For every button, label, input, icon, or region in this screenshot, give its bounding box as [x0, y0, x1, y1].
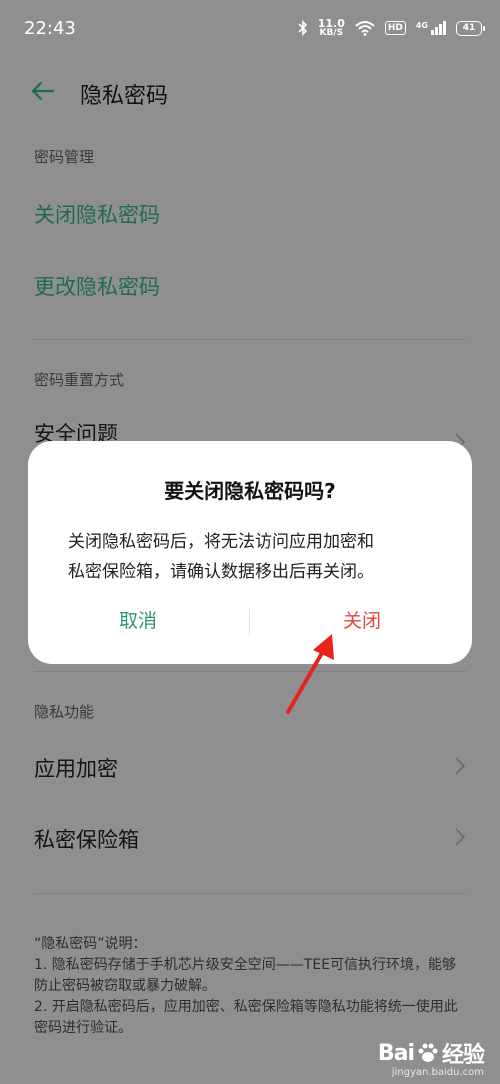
divider	[34, 893, 466, 894]
baidu-watermark: Bai 经验 jingyan.baidu.com	[377, 1037, 485, 1079]
network-speed: 11.0 KB/S	[317, 17, 345, 38]
baidu-paw-icon	[418, 1043, 438, 1062]
hd-badge: HD	[384, 21, 406, 35]
button-separator	[249, 609, 250, 635]
wifi-icon	[355, 21, 375, 36]
battery-icon: 41	[456, 20, 485, 36]
private-safe-item[interactable]: 私密保险箱	[34, 824, 139, 854]
app-header: 隐私密码	[0, 64, 500, 124]
battery-level: 41	[462, 23, 476, 33]
section-label-password-management: 密码管理	[34, 148, 95, 166]
status-icons: 11.0 KB/S HD 4G 41	[298, 17, 485, 38]
watermark-url: jingyan.baidu.com	[391, 1067, 484, 1078]
back-arrow-icon[interactable]	[30, 78, 56, 104]
close-password-item[interactable]: 关闭隐私密码	[34, 199, 160, 229]
baidu-logo: Bai 经验	[377, 1040, 485, 1069]
privacy-password-screen: 22:43 11.0 KB/S HD 4G 41 隐私密码 密码管理 关闭隐私密…	[0, 0, 500, 1084]
chevron-right-icon	[455, 828, 466, 846]
note-line-2: 2. 开启隐私密码后，应用加密、私密保险箱等隐私功能将统一使用此密码进行验证。	[34, 999, 458, 1036]
status-bar: 22:43 11.0 KB/S HD 4G 41	[0, 0, 500, 60]
signal-icon	[431, 21, 446, 35]
note-line-1: 1. 隐私密码存储于手机芯片级安全空间——TEE可信执行环境，能够防止密码被窃取…	[34, 957, 457, 994]
note-heading: “隐私密码”说明：	[34, 936, 147, 952]
privacy-password-note: “隐私密码”说明： 1. 隐私密码存储于手机芯片级安全空间——TEE可信执行环境…	[34, 934, 464, 1039]
dialog-message: 关闭隐私密码后，将无法访问应用加密和 私密保险箱，请确认数据移出后再关闭。	[68, 532, 374, 582]
section-label-reset-method: 密码重置方式	[34, 371, 125, 389]
dialog-title: 要关闭隐私密码吗?	[164, 479, 336, 503]
divider	[34, 671, 466, 672]
section-label-privacy-features: 隐私功能	[34, 703, 95, 721]
bluetooth-icon	[298, 20, 307, 36]
close-password-dialog: 要关闭隐私密码吗? 关闭隐私密码后，将无法访问应用加密和 私密保险箱，请确认数据…	[28, 441, 472, 664]
cancel-button[interactable]: 取消	[38, 601, 238, 641]
network-type: 4G	[415, 20, 428, 30]
divider	[34, 339, 466, 340]
change-password-item[interactable]: 更改隐私密码	[34, 271, 160, 301]
annotation-arrow-icon	[286, 634, 334, 714]
status-time: 22:43	[24, 18, 76, 39]
chevron-right-icon	[455, 757, 466, 775]
page-title: 隐私密码	[80, 84, 169, 109]
app-encryption-item[interactable]: 应用加密	[34, 753, 118, 783]
